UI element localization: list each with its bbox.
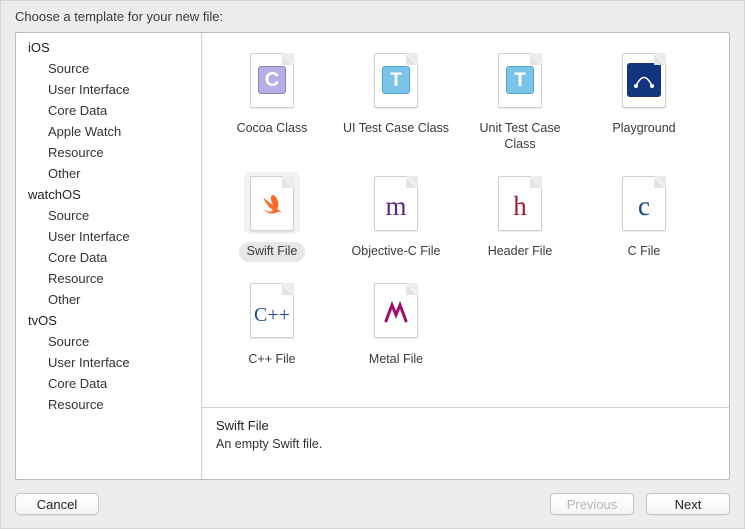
sidebar-item[interactable]: User Interface — [16, 79, 201, 100]
template-tile[interactable]: Metal File — [334, 280, 458, 370]
template-tile[interactable]: T UI Test Case Class — [334, 49, 458, 154]
sidebar-item[interactable]: Core Data — [16, 100, 201, 121]
template-label: UI Test Case Class — [335, 119, 457, 139]
content-panel: C Cocoa Class T UI Test Case Class T Unit Tes… — [202, 33, 729, 479]
template-label: Unit Test Case Class — [458, 119, 582, 154]
template-label: Metal File — [361, 350, 431, 370]
template-icon — [368, 280, 424, 342]
template-label: Swift File — [239, 242, 306, 262]
template-icon — [616, 49, 672, 111]
template-tile[interactable]: c C File — [582, 172, 706, 262]
template-icon: c — [616, 172, 672, 234]
template-icon: T — [368, 49, 424, 111]
detail-title: Swift File — [216, 418, 715, 433]
t-box-icon: T — [498, 53, 542, 108]
template-tile[interactable]: Playground — [582, 49, 706, 154]
template-label: C++ File — [240, 350, 303, 370]
sidebar-item[interactable]: Source — [16, 58, 201, 79]
template-tile[interactable]: h Header File — [458, 172, 582, 262]
template-label: Objective-C File — [344, 242, 449, 262]
template-detail: Swift File An empty Swift file. — [202, 407, 729, 479]
cancel-button[interactable]: Cancel — [15, 493, 99, 515]
sidebar-platform[interactable]: iOS — [16, 37, 201, 58]
c-box-icon: C — [250, 53, 294, 108]
template-label: Header File — [480, 242, 561, 262]
template-tile[interactable]: C Cocoa Class — [210, 49, 334, 154]
template-tile[interactable]: m Objective-C File — [334, 172, 458, 262]
template-tile[interactable]: C++ C++ File — [210, 280, 334, 370]
sidebar-item[interactable]: Source — [16, 331, 201, 352]
detail-description: An empty Swift file. — [216, 437, 715, 451]
sidebar-item[interactable]: Resource — [16, 394, 201, 415]
metal-file-icon — [374, 283, 418, 338]
cpp-file-icon: C++ — [250, 283, 294, 338]
template-icon: T — [492, 49, 548, 111]
template-icon: m — [368, 172, 424, 234]
c-file-icon: c — [622, 176, 666, 231]
template-label: Playground — [604, 119, 683, 139]
template-tile[interactable]: Swift File — [210, 172, 334, 262]
sidebar-platform[interactable]: watchOS — [16, 184, 201, 205]
sidebar-item[interactable]: User Interface — [16, 352, 201, 373]
sidebar-item[interactable]: Core Data — [16, 373, 201, 394]
sidebar-platform[interactable]: tvOS — [16, 310, 201, 331]
main-panel: iOSSourceUser InterfaceCore DataApple Wa… — [15, 32, 730, 480]
sidebar-item[interactable]: Source — [16, 205, 201, 226]
playground-icon — [622, 53, 666, 108]
template-icon: h — [492, 172, 548, 234]
template-icon: C++ — [244, 280, 300, 342]
sidebar-item[interactable]: Other — [16, 163, 201, 184]
template-label: C File — [620, 242, 669, 262]
t-box-icon: T — [374, 53, 418, 108]
dialog-prompt: Choose a template for your new file: — [1, 1, 744, 32]
sidebar-item[interactable]: User Interface — [16, 226, 201, 247]
h-file-icon: h — [498, 176, 542, 231]
sidebar-item[interactable]: Resource — [16, 142, 201, 163]
m-file-icon: m — [374, 176, 418, 231]
category-sidebar: iOSSourceUser InterfaceCore DataApple Wa… — [16, 33, 202, 479]
next-button[interactable]: Next — [646, 493, 730, 515]
template-icon — [244, 172, 300, 234]
sidebar-item[interactable]: Apple Watch — [16, 121, 201, 142]
sidebar-item[interactable]: Core Data — [16, 247, 201, 268]
template-grid: C Cocoa Class T UI Test Case Class T Unit Tes… — [202, 33, 729, 407]
sidebar-item[interactable]: Other — [16, 289, 201, 310]
previous-button[interactable]: Previous — [550, 493, 634, 515]
dialog-footer: Cancel Previous Next — [1, 480, 744, 528]
template-tile[interactable]: T Unit Test Case Class — [458, 49, 582, 154]
template-label: Cocoa Class — [229, 119, 316, 139]
template-icon: C — [244, 49, 300, 111]
swift-icon — [250, 176, 294, 231]
sidebar-item[interactable]: Resource — [16, 268, 201, 289]
